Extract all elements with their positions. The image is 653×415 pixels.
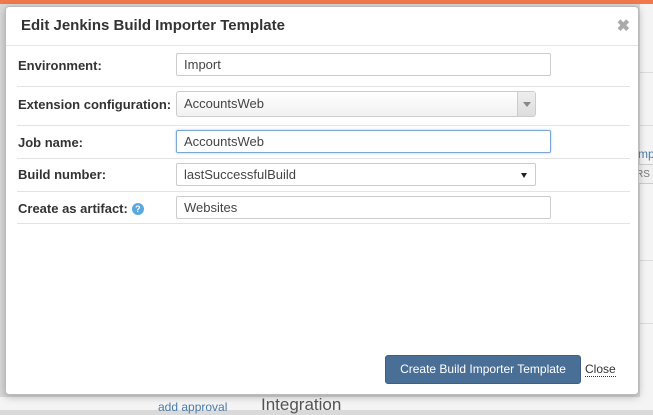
- extension-configuration-label: Extension configuration:: [18, 97, 172, 112]
- build-number-select[interactable]: lastSuccessfulBuild: [176, 163, 536, 186]
- create-as-artifact-value: Websites: [184, 200, 238, 215]
- background-divider: [640, 125, 653, 126]
- create-as-artifact-label: Create as artifact:?: [18, 201, 144, 216]
- job-name-value: AccountsWeb: [184, 134, 264, 149]
- close-link[interactable]: Close: [585, 362, 616, 377]
- background-heading: Integration: [261, 395, 342, 414]
- build-number-row: Build number: lastSuccessfulBuild: [17, 159, 630, 192]
- extension-configuration-value: AccountsWeb: [184, 96, 264, 111]
- environment-label: Environment:: [18, 58, 102, 73]
- background-divider: [640, 72, 653, 73]
- environment-row: Environment: Import: [17, 46, 630, 87]
- close-icon[interactable]: ✖: [617, 16, 630, 36]
- environment-input[interactable]: Import: [176, 53, 551, 76]
- job-name-row: Job name: AccountsWeb: [17, 126, 630, 159]
- add-approval-link[interactable]: add approval: [158, 400, 227, 414]
- create-as-artifact-row: Create as artifact:? Websites: [17, 192, 630, 224]
- top-accent-bar: [0, 0, 653, 4]
- background-divider: [640, 260, 653, 261]
- background-peek-text: mp: [638, 147, 653, 161]
- create-as-artifact-input[interactable]: Websites: [176, 196, 551, 219]
- dropdown-arrow[interactable]: [517, 92, 535, 116]
- chevron-down-icon: [523, 102, 531, 107]
- build-number-label: Build number:: [18, 167, 107, 182]
- job-name-label: Job name:: [18, 135, 84, 150]
- background-page-edge: mp RS: [632, 4, 653, 410]
- edit-template-dialog: Edit Jenkins Build Importer Template ✖ E…: [5, 6, 639, 395]
- dialog-title: Edit Jenkins Build Importer Template: [21, 17, 285, 34]
- environment-value: Import: [184, 57, 221, 72]
- build-number-value: lastSuccessfulBuild: [184, 167, 296, 182]
- extension-configuration-row: Extension configuration: AccountsWeb: [17, 87, 630, 126]
- job-name-input[interactable]: AccountsWeb: [176, 130, 551, 153]
- extension-configuration-select[interactable]: AccountsWeb: [176, 91, 536, 117]
- create-build-importer-template-button[interactable]: Create Build Importer Template: [385, 355, 581, 384]
- chevron-down-icon: [521, 173, 527, 178]
- background-page-bottom: add approval Integration: [0, 395, 653, 414]
- help-icon[interactable]: ?: [131, 203, 144, 215]
- background-divider: [640, 323, 653, 324]
